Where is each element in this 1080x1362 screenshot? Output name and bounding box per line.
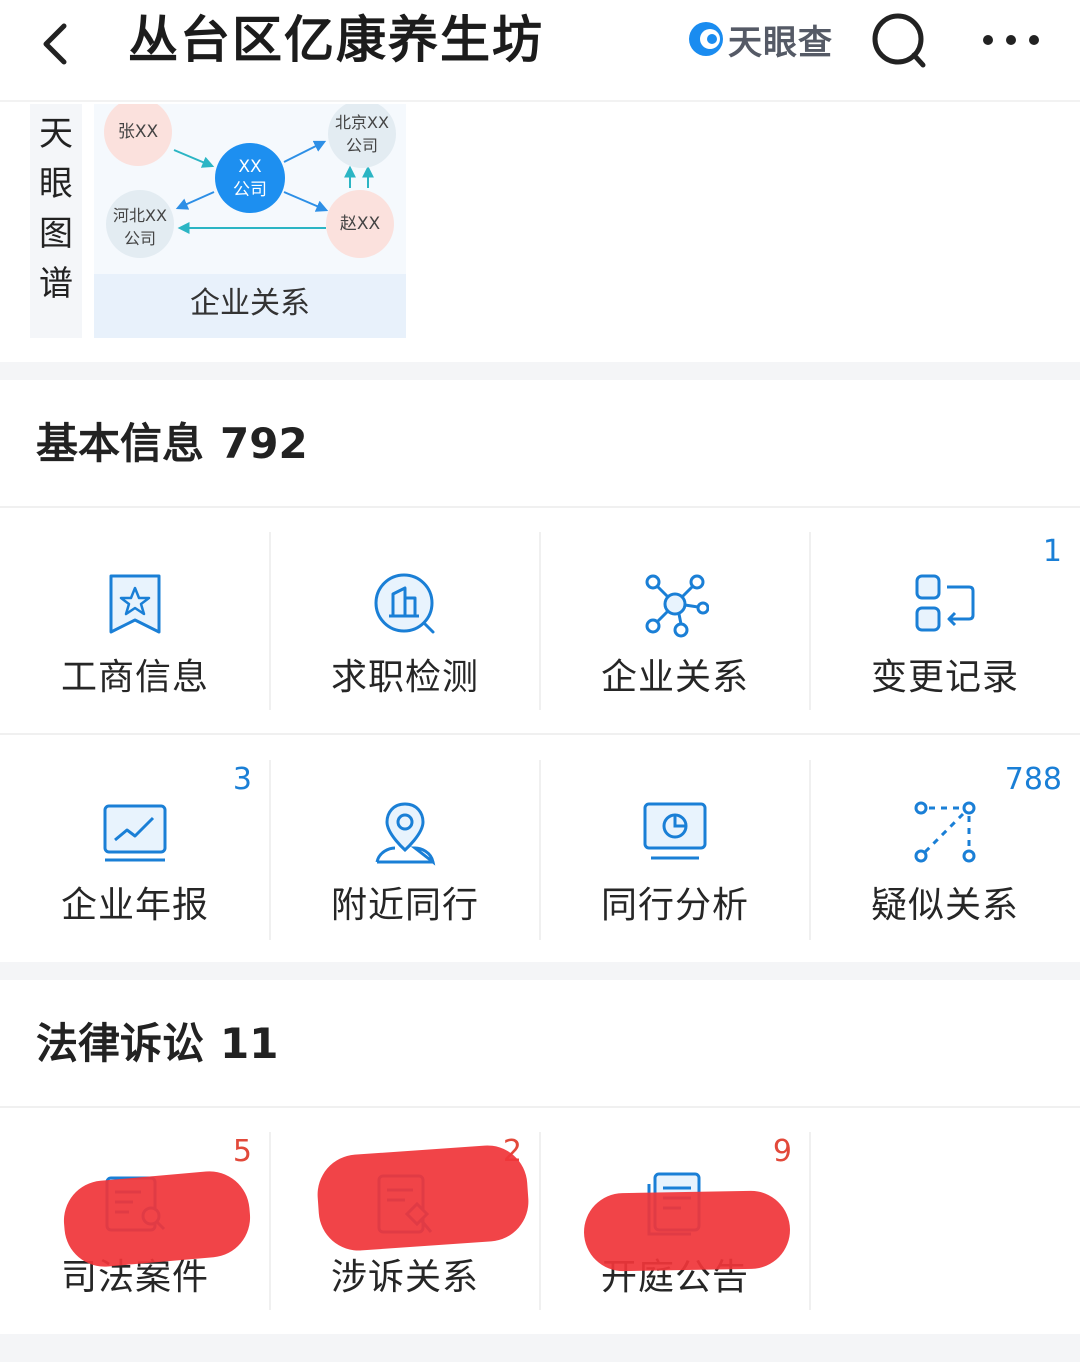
top-bar-divider <box>0 100 1080 102</box>
divider <box>0 733 1080 735</box>
node-label: 河北XX <box>113 206 167 225</box>
node-label: 公司 <box>346 136 378 155</box>
node-label: 张XX <box>118 122 159 142</box>
redaction-mark <box>583 1190 791 1272</box>
node-center <box>215 143 285 213</box>
node-label: 赵XX <box>340 214 381 234</box>
section-count: 11 <box>220 1019 279 1068</box>
network-nodes-icon <box>645 574 709 638</box>
search-icon <box>872 13 926 68</box>
graph-tab[interactable]: 天 眼 图 谱 <box>30 104 82 338</box>
edge <box>283 140 327 163</box>
grid-item-label: 企业关系 <box>600 657 749 698</box>
divider <box>809 1132 811 1310</box>
monitor-pie-icon <box>643 802 707 860</box>
more-dots-icon <box>983 35 1039 45</box>
grid-item-nearby-peers[interactable]: 附近同行 <box>270 758 540 978</box>
grid-item-label: 工商信息 <box>60 657 209 698</box>
redaction-mark <box>314 1142 532 1254</box>
page-title: 丛台区亿康养生坊 <box>128 11 544 69</box>
grid-item-change-record[interactable]: 1 变更记录 <box>810 530 1080 750</box>
grid-item-job-check[interactable]: 求职检测 <box>270 530 540 750</box>
count-badge: 3 <box>232 762 252 797</box>
top-bar: 丛台区亿康养生坊 天眼查 <box>0 0 1080 100</box>
enterprise-relation-card[interactable]: 张XX 河北XX 公司 XX 公司 北京XX 公司 赵XX 企业关系 <box>94 104 406 338</box>
count-badge: 1 <box>1042 534 1062 569</box>
graph-tab-char: 眼 <box>39 164 73 204</box>
grid-item-suspected-relations[interactable]: 788 疑似关系 <box>810 758 1080 978</box>
section-count: 792 <box>220 419 308 468</box>
graph-tab-char: 谱 <box>39 264 73 304</box>
bookmark-star-icon <box>109 574 161 634</box>
count-badge: 788 <box>1004 762 1062 797</box>
section-title: 法律诉讼 <box>36 1019 205 1068</box>
relation-diagram: 张XX 河北XX 公司 XX 公司 北京XX 公司 赵XX <box>104 104 396 258</box>
line-chart-icon <box>103 804 167 862</box>
edge <box>283 191 329 212</box>
grid-item-business-info[interactable]: 工商信息 <box>0 530 270 750</box>
edge <box>173 149 215 168</box>
more-button[interactable] <box>978 20 1044 60</box>
edge <box>175 191 215 210</box>
section-gap <box>0 362 1080 380</box>
search-button[interactable] <box>868 10 930 72</box>
graph-tab-char: 图 <box>39 214 73 254</box>
node-label: 公司 <box>124 229 156 248</box>
legal-header[interactable]: 法律诉讼 11 <box>36 1014 278 1074</box>
brand-logo: 天眼查 <box>686 16 833 63</box>
change-record-icon <box>915 574 975 632</box>
grid-item-label: 变更记录 <box>870 657 1019 698</box>
divider <box>0 1106 1080 1108</box>
count-badge: 5 <box>232 1134 252 1169</box>
divider <box>0 506 1080 508</box>
node-label: 北京XX <box>335 113 389 132</box>
grid-item-enterprise-relations[interactable]: 企业关系 <box>540 530 810 750</box>
grid-item-label: 疑似关系 <box>870 885 1019 926</box>
grid-item-peer-analysis[interactable]: 同行分析 <box>540 758 810 978</box>
brand-name: 天眼查 <box>728 22 833 63</box>
grid-item-annual-report[interactable]: 3 企业年报 <box>0 758 270 978</box>
grid-item-label: 附近同行 <box>330 885 479 926</box>
building-search-icon <box>374 573 435 634</box>
grid-item-label: 涉诉关系 <box>330 1257 479 1298</box>
graph-caption: 企业关系 <box>190 286 310 321</box>
count-badge: 9 <box>772 1134 792 1169</box>
grid-item-label: 求职检测 <box>330 657 479 698</box>
basic-info-header[interactable]: 基本信息 792 <box>36 414 308 474</box>
graph-tab-char: 天 <box>39 114 73 154</box>
redaction-mark <box>60 1168 254 1270</box>
node-label: XX <box>238 157 262 177</box>
tianyancha-logo-icon <box>689 22 723 56</box>
node-label: 公司 <box>233 180 267 200</box>
section-title: 基本信息 <box>36 419 205 468</box>
back-button[interactable] <box>28 12 88 72</box>
grid-item-label: 同行分析 <box>600 885 749 926</box>
location-person-icon <box>375 802 436 866</box>
grid-item-label: 企业年报 <box>60 885 209 926</box>
section-gap <box>0 962 1080 980</box>
dotted-link-icon <box>914 801 976 863</box>
section-gap <box>0 1334 1080 1362</box>
chevron-left-icon <box>43 23 67 65</box>
